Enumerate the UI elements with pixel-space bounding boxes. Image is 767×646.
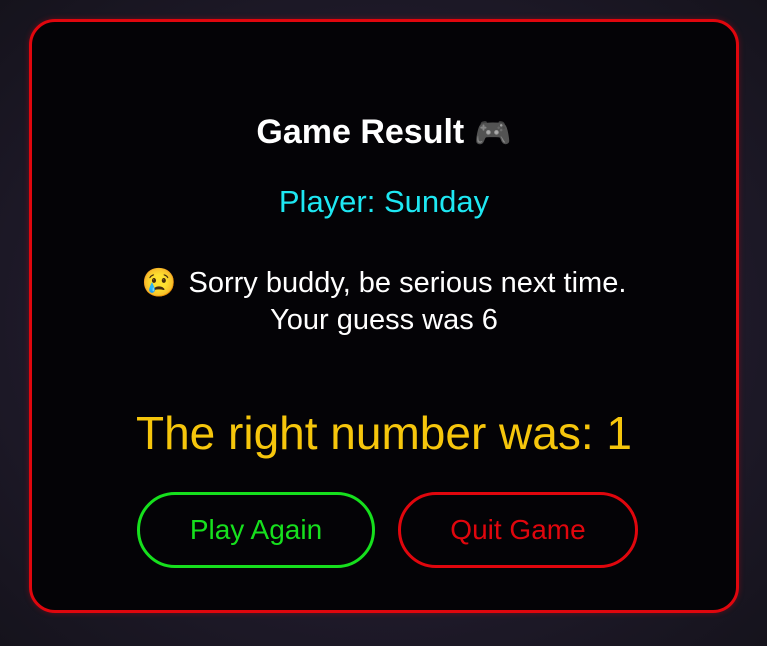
- game-result-title: Game Result 🎮: [32, 114, 736, 152]
- game-controller-icon: 🎮: [474, 117, 512, 150]
- play-again-button[interactable]: Play Again: [137, 492, 375, 568]
- guess-text: Your guess was 6: [270, 304, 498, 336]
- result-message-line-1: 😢 Sorry buddy, be serious next time.: [32, 264, 736, 302]
- quit-game-button[interactable]: Quit Game: [398, 492, 638, 568]
- result-message: 😢 Sorry buddy, be serious next time. Your…: [32, 264, 736, 339]
- game-result-title-text: Game Result: [256, 113, 465, 151]
- player-name: Player: Sunday: [278, 184, 490, 219]
- right-number-text: The right number was: 1: [135, 407, 632, 459]
- crying-face-icon: 😢: [141, 267, 177, 298]
- game-result-card: Game Result 🎮 Player: Sunday 😢 Sorry buddy…: [29, 19, 739, 613]
- result-message-text: Sorry buddy, be serious next time.: [188, 267, 627, 299]
